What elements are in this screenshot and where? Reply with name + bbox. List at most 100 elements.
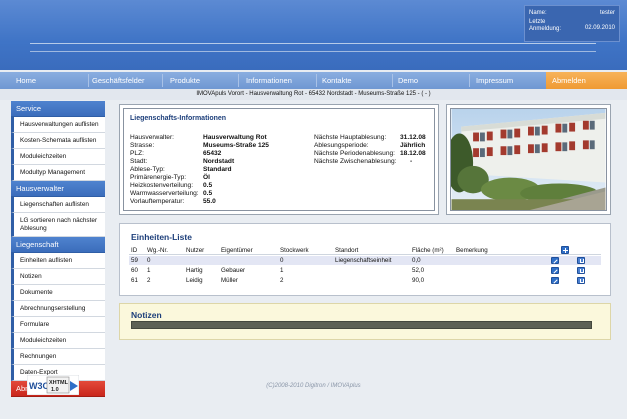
edit-icon[interactable] (551, 267, 559, 274)
info-label: Heizkostenverteilung: (130, 182, 194, 189)
info-label: Ablesungsperiode: (314, 142, 369, 149)
sidebar-item-abrechnungserstellung[interactable]: Abrechnungserstellung (11, 301, 105, 317)
sidebar-item-einheiten[interactable]: Einheiten auflisten (11, 253, 105, 269)
edit-icon[interactable] (551, 277, 559, 284)
cell: 59 (131, 257, 138, 264)
cell: 0 (147, 257, 151, 264)
info-value: Hausverwaltung Rot (203, 134, 267, 141)
nav-logout-label: Abmelden (552, 76, 586, 85)
cell: 52,0 (412, 267, 425, 274)
info-label: Vorlauftemperatur: (130, 198, 185, 205)
info-label: Nächste Zwischenablesung: (314, 158, 397, 165)
info-label: Ablese-Typ: (130, 166, 165, 173)
header-line (30, 43, 596, 44)
property-info-title: Liegenschafts-Informationen (130, 115, 227, 122)
nav-produkte[interactable]: Produkte (170, 72, 200, 89)
sidebar-item-moduleichzeiten[interactable]: Moduleichzeiten (11, 149, 105, 165)
info-value: Jährlich (400, 142, 426, 149)
nav-demo[interactable]: Demo (398, 72, 418, 89)
info-label: Warmwasserverteilung: (130, 190, 199, 197)
header-line (30, 51, 596, 52)
units-list-panel: Einheiten-Liste ID Wg.-Nr. Nutzer Eigent… (119, 223, 611, 296)
sidebar-item-rechnungen[interactable]: Rechnungen (11, 349, 105, 365)
info-label: Strasse: (130, 142, 155, 149)
column-header: Standort (335, 247, 359, 254)
main-nav: Home Geschäftsfelder Produkte Informatio… (0, 72, 627, 89)
cell: 2 (280, 277, 284, 284)
info-label: Nächste Hauptablesung: (314, 134, 387, 141)
copyright-text: (C)2008-2010 Digitron / IMOVAplus (266, 383, 361, 389)
user-name-value: tester (599, 10, 615, 16)
sidebar: Service Hausverwaltungen auflisten Koste… (11, 101, 105, 397)
sidebar-item-modultyp[interactable]: Modultyp Management (11, 165, 105, 181)
user-info-box: Name: tester Letzte Anmeldung: 02.09.201… (524, 5, 620, 42)
cell: Leidig (186, 277, 203, 284)
edit-icon[interactable] (551, 257, 559, 264)
header-banner: Name: tester Letzte Anmeldung: 02.09.201… (0, 0, 627, 70)
property-info-panel: Liegenschafts-Informationen Hausverwalte… (119, 104, 439, 215)
last-login-label: Letzte (529, 19, 546, 25)
nav-impressum[interactable]: Impressum (476, 72, 513, 89)
delete-icon[interactable] (577, 267, 585, 274)
table-row: 59 0 0 Liegenschaftseinheit 0,0 (129, 256, 601, 265)
info-value: 0.5 (203, 190, 213, 197)
nav-separator (316, 74, 317, 87)
units-table-header: ID Wg.-Nr. Nutzer Eigentümer Stockwerk S… (129, 246, 601, 255)
last-login-label: Anmeldung: (529, 26, 562, 32)
sidebar-item-formulare[interactable]: Formulare (11, 317, 105, 333)
cell: 2 (147, 277, 151, 284)
cell: 1 (147, 267, 151, 274)
info-value: Öl (203, 174, 210, 181)
sidebar-item-moduleichzeiten-2[interactable]: Moduleichzeiten (11, 333, 105, 349)
nav-separator (469, 74, 470, 87)
sidebar-item-dokumente[interactable]: Dokumente (11, 285, 105, 301)
page: Name: tester Letzte Anmeldung: 02.09.201… (0, 0, 627, 419)
sidebar-item-kosten-schemata[interactable]: Kosten-Schemata auflisten (11, 133, 105, 149)
cell: Gebauer (221, 267, 246, 274)
cell: 60 (131, 267, 138, 274)
column-header: Wg.-Nr. (147, 247, 168, 254)
info-value: 0.5 (203, 182, 213, 189)
sidebar-item-notizen[interactable]: Notizen (11, 269, 105, 285)
delete-icon[interactable] (577, 257, 585, 264)
cell: 61 (131, 277, 138, 284)
sidebar-item-liegenschaften[interactable]: Liegenschaften auflisten (11, 197, 105, 213)
add-unit-icon[interactable] (561, 246, 569, 254)
nav-logout[interactable]: Abmelden (546, 72, 627, 89)
table-row: 61 2 Leidig Müller 2 90,0 (129, 276, 601, 285)
sidebar-item-lg-sortieren[interactable]: LG sortieren nach nächster Ablesung (11, 213, 105, 237)
nav-informationen[interactable]: Informationen (246, 72, 292, 89)
info-label: Hausverwalter: (130, 134, 174, 141)
cell: 1 (280, 267, 284, 274)
building-image (450, 108, 607, 211)
sidebar-section-service: Service (11, 101, 105, 117)
units-list-title: Einheiten-Liste (131, 232, 192, 242)
nav-home[interactable]: Home (16, 72, 36, 89)
table-row: 60 1 Hartig Gebauer 1 52,0 (129, 266, 601, 275)
nav-geschaeftsfelder[interactable]: Geschäftsfelder (92, 72, 145, 89)
sidebar-section-hausverwalter: Hausverwalter (11, 181, 105, 197)
column-header: Fläche (m²) (412, 247, 444, 254)
sidebar-item-hausverwaltungen[interactable]: Hausverwaltungen auflisten (11, 117, 105, 133)
cell: 0,0 (412, 257, 421, 264)
info-value: 18.12.08 (400, 150, 426, 157)
column-header: Bemerkung (456, 247, 488, 254)
info-value: 31.12.08 (400, 134, 426, 141)
info-label: Nächste Periodenablesung: (314, 150, 396, 157)
info-value: Standard (203, 166, 232, 173)
cell: 0 (280, 257, 284, 264)
column-header: Stockwerk (280, 247, 309, 254)
nav-kontakte[interactable]: Kontakte (322, 72, 352, 89)
notes-field[interactable] (131, 321, 592, 329)
user-name-label: Name: (529, 10, 547, 16)
nav-separator (392, 74, 393, 87)
breadcrumb: IMOVApuls Vorort - Hausverwaltung Rot - … (0, 89, 627, 100)
info-value: Museums-Straße 125 (203, 142, 269, 149)
column-header: Eigentümer (221, 247, 253, 254)
delete-icon[interactable] (577, 277, 585, 284)
nav-separator (88, 74, 89, 87)
column-header: Nutzer (186, 247, 205, 254)
info-value: Nordstadt (203, 158, 235, 165)
info-value: 55.0 (203, 198, 216, 205)
info-label: PLZ: (130, 150, 144, 157)
